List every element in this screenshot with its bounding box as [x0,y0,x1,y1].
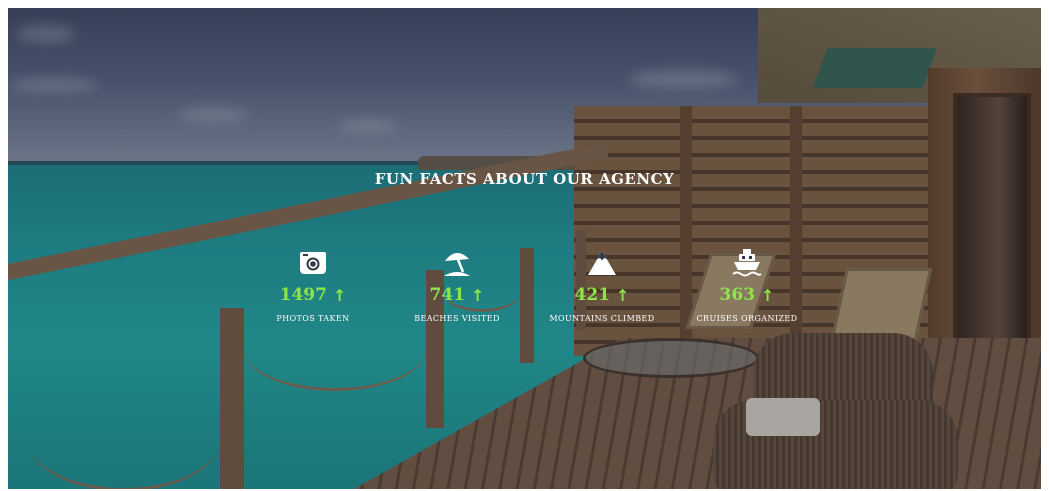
arrow-up-icon: ↑ [471,285,485,305]
stat-photos-taken: 1497 ↑ PHOTOS TAKEN [238,248,388,323]
stat-mountains-climbed: 421 ↑ MOUNTAINS CLIMBED [527,248,677,323]
arrow-up-icon: ↑ [616,285,630,305]
mountain-icon [588,251,616,275]
arrow-up-icon: ↑ [332,285,347,305]
stat-cruises-organized: 363 ↑ CRUISES ORGANIZED [672,248,822,323]
stat-label: PHOTOS TAKEN [276,314,350,323]
section-title: FUN FACTS ABOUT OUR AGENCY [374,170,675,188]
stat-value: 1497 [279,285,327,305]
stat-label: MOUNTAINS CLIMBED [549,314,655,323]
stat-label: BEACHES VISITED [414,314,500,323]
stat-value: 363 [719,285,756,305]
stat-beaches-visited: 741 ↑ BEACHES VISITED [382,248,532,323]
arrow-up-icon: ↑ [761,285,775,305]
stat-value: 421 [574,285,611,305]
fun-facts-section: FUN FACTS ABOUT OUR AGENCY 1497 ↑ PHOTOS… [8,8,1041,489]
stat-label: CRUISES ORGANIZED [696,314,798,323]
stat-value: 741 [429,285,466,305]
beach-umbrella-icon [444,252,470,276]
cruise-ship-icon [732,249,762,277]
camera-icon [300,252,326,274]
